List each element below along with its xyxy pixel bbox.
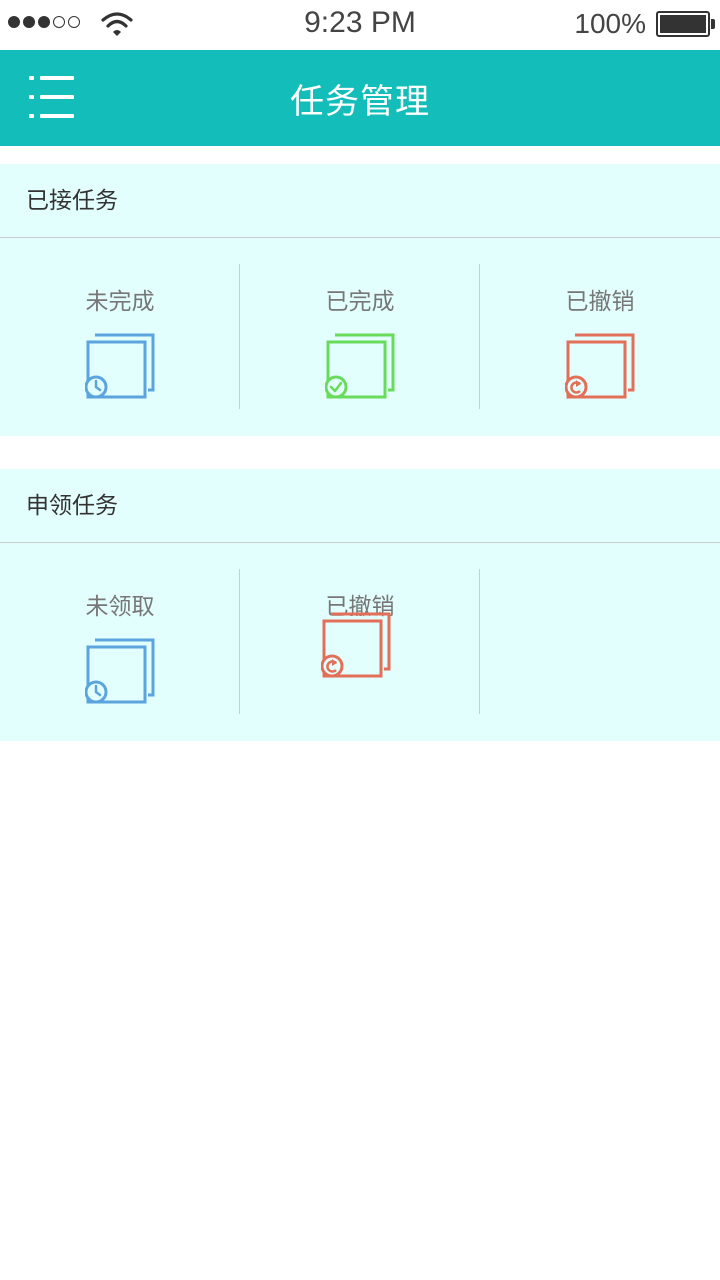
- tile-completed[interactable]: 已完成: [240, 238, 480, 436]
- tile-label: 已完成: [325, 289, 395, 315]
- battery-percentage: 100%: [574, 8, 646, 39]
- status-bar: 9:23 PM 100%: [0, 0, 720, 50]
- completed-tasks-check-icon: [325, 333, 395, 399]
- battery-tip: [711, 19, 715, 29]
- battery-icon: [656, 11, 710, 37]
- tile-incomplete[interactable]: 未完成: [0, 238, 240, 436]
- section-title-claim: 申领任务: [0, 469, 720, 543]
- section-title-accepted: 已接任务: [0, 164, 720, 238]
- accepted-tasks-grid: 未完成 已完成 已撤销: [0, 238, 720, 436]
- tile-unclaimed[interactable]: 未领取: [0, 543, 240, 741]
- revoked-tasks-undo-icon: [565, 333, 635, 399]
- unclaimed-tasks-clock-icon: [85, 638, 155, 704]
- tile-revoked[interactable]: 已撤销: [480, 238, 720, 436]
- tile-label: 未领取: [85, 594, 155, 620]
- page-title: 任务管理: [290, 82, 430, 122]
- accepted-tasks-section: 已接任务 未完成 已完成 已撤销: [0, 164, 720, 436]
- pending-tasks-clock-icon: [85, 333, 155, 399]
- claim-tasks-section: 申领任务 未领取 已撤销: [0, 469, 720, 741]
- claim-tasks-grid: 未领取 已撤销: [0, 543, 720, 741]
- tile-claim-revoked[interactable]: 已撤销: [240, 543, 480, 741]
- app-header: 任务管理: [0, 50, 720, 146]
- tile-label: 未完成: [85, 289, 155, 315]
- tile-label: 已撤销: [565, 289, 635, 315]
- revoked-tasks-undo-icon: [321, 612, 391, 678]
- tile-divider: [479, 569, 480, 714]
